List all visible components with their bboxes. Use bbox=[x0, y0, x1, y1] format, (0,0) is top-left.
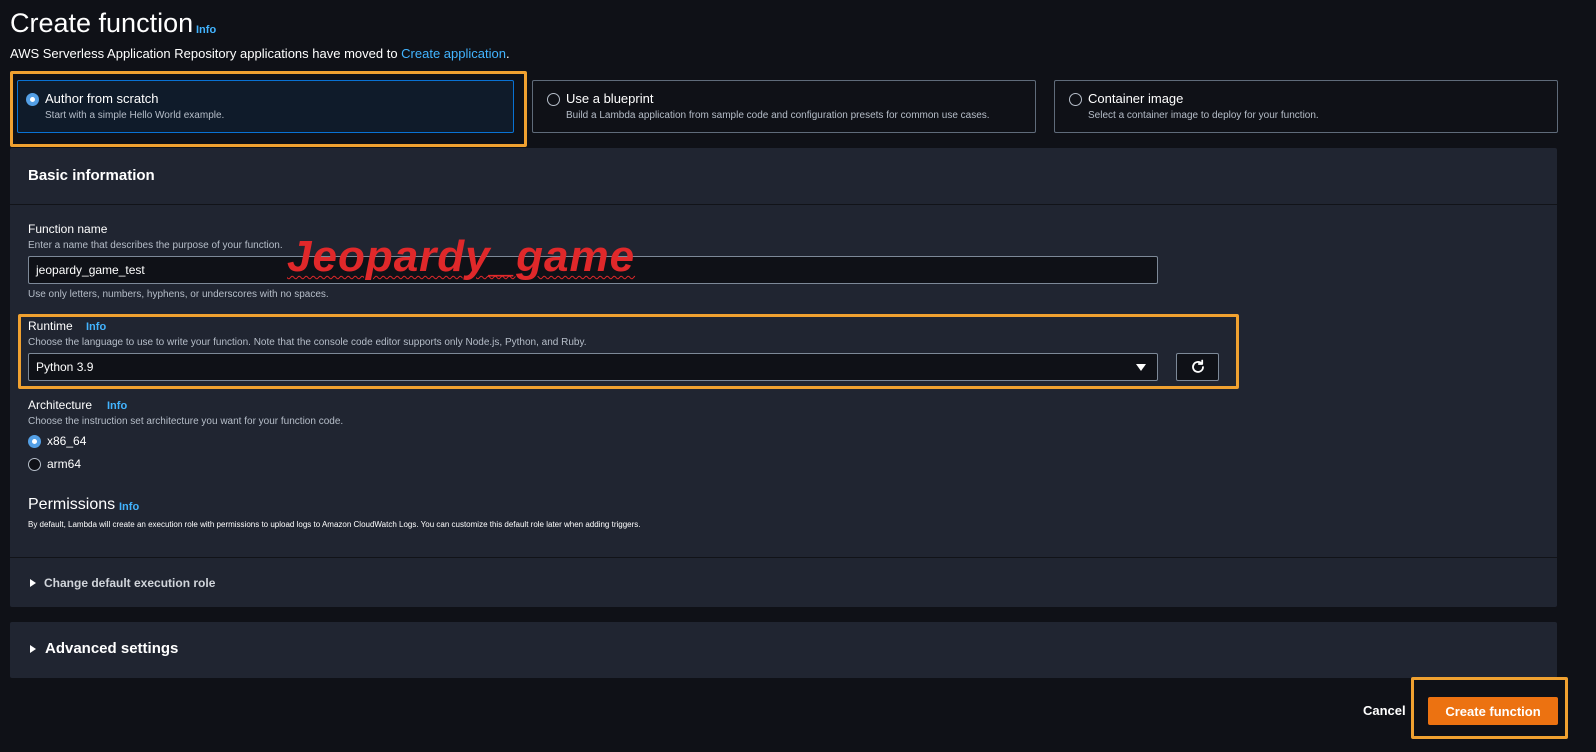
repository-notice: AWS Serverless Application Repository ap… bbox=[10, 46, 510, 61]
jeopardy-annotation: Jeopardy_game bbox=[287, 232, 636, 281]
option-desc-author: Start with a simple Hello World example. bbox=[45, 110, 225, 121]
cancel-button[interactable]: Cancel bbox=[1363, 703, 1406, 718]
option-radio-author[interactable] bbox=[26, 93, 39, 106]
function-name-label: Function name bbox=[28, 222, 108, 236]
permissions-divider bbox=[10, 557, 1557, 558]
function-name-value: jeopardy_game_test bbox=[36, 263, 145, 277]
notice-end: . bbox=[505, 46, 510, 61]
option-title-container: Container image bbox=[1088, 91, 1184, 106]
option-title-blueprint: Use a blueprint bbox=[566, 91, 654, 106]
option-desc-blueprint: Build a Lambda application from sample c… bbox=[566, 110, 990, 121]
caret-right-icon bbox=[30, 579, 36, 587]
architecture-option-x86[interactable]: x86_64 bbox=[28, 434, 86, 448]
option-title-author: Author from scratch bbox=[45, 91, 159, 106]
option-use-blueprint[interactable]: Use a blueprint Build a Lambda applicati… bbox=[532, 80, 1036, 133]
permissions-desc: By default, Lambda will create an execut… bbox=[28, 520, 641, 529]
function-name-hint: Use only letters, numbers, hyphens, or u… bbox=[28, 289, 329, 300]
title-info-link[interactable]: Info bbox=[196, 24, 216, 36]
architecture-radio-arm64[interactable] bbox=[28, 457, 41, 471]
option-desc-container: Select a container image to deploy for y… bbox=[1088, 110, 1319, 121]
option-container-image[interactable]: Container image Select a container image… bbox=[1054, 80, 1558, 133]
permissions-info-link[interactable]: Info bbox=[119, 501, 139, 513]
architecture-label: Architecture bbox=[28, 398, 93, 412]
permissions-title: Permissions bbox=[28, 496, 116, 513]
option-radio-blueprint[interactable] bbox=[547, 93, 560, 106]
panel-divider bbox=[10, 204, 1557, 205]
architecture-label-arm64: arm64 bbox=[47, 457, 82, 471]
caret-right-icon bbox=[30, 644, 36, 653]
option-radio-container[interactable] bbox=[1069, 93, 1082, 106]
page-title: Create function bbox=[10, 8, 194, 38]
advanced-settings-title: Advanced settings bbox=[45, 640, 179, 657]
architecture-radio-x86[interactable] bbox=[28, 434, 41, 448]
architecture-desc: Choose the instruction set architecture … bbox=[28, 416, 344, 427]
option-author-from-scratch[interactable]: Author from scratch Start with a simple … bbox=[17, 80, 514, 133]
advanced-settings-toggle[interactable]: Advanced settings bbox=[30, 640, 178, 657]
advanced-settings-panel: Advanced settings bbox=[10, 622, 1557, 678]
basic-information-title: Basic information bbox=[28, 167, 155, 184]
function-name-desc: Enter a name that describes the purpose … bbox=[28, 240, 283, 251]
create-function-button[interactable]: Create function bbox=[1428, 697, 1558, 725]
architecture-info-link[interactable]: Info bbox=[107, 400, 127, 412]
notice-text: AWS Serverless Application Repository ap… bbox=[10, 46, 402, 61]
change-execution-role-label: Change default execution role bbox=[44, 576, 216, 590]
change-execution-role-toggle[interactable]: Change default execution role bbox=[30, 576, 215, 590]
create-application-link[interactable]: Create application bbox=[401, 46, 506, 61]
runtime-highlight bbox=[18, 314, 1239, 389]
architecture-option-arm64[interactable]: arm64 bbox=[28, 457, 81, 471]
architecture-label-x86: x86_64 bbox=[47, 434, 87, 448]
